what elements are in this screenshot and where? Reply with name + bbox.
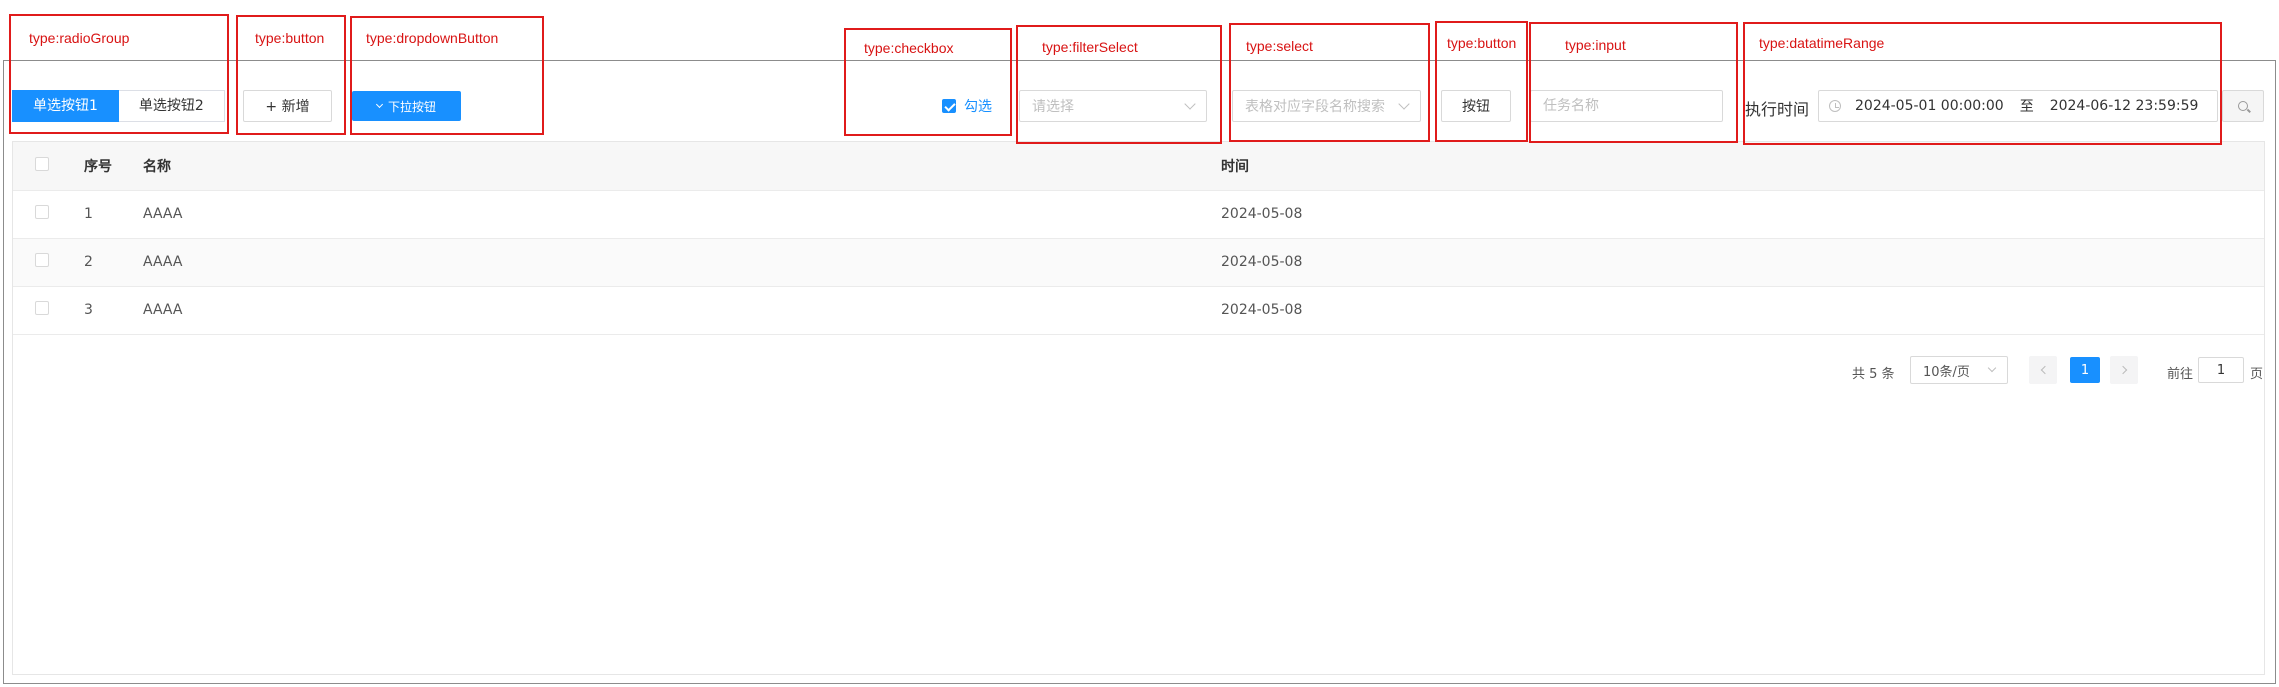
cell-no: 2 xyxy=(84,238,143,287)
column-header-no: 序号 xyxy=(84,142,143,191)
table-row[interactable]: 3 AAAA 2024-05-08 xyxy=(13,286,2264,335)
goto-page-input[interactable] xyxy=(2198,357,2244,383)
data-table: 序号 名称 时间 1 AAAA 2024-05-08 2 AAAA 2024-0… xyxy=(13,142,2264,335)
annotation-label-select: type:select xyxy=(1246,38,1313,54)
table-header-row: 序号 名称 时间 xyxy=(13,142,2264,191)
column-header-name: 名称 xyxy=(143,142,1221,191)
table-row[interactable]: 2 AAAA 2024-05-08 xyxy=(13,238,2264,287)
row-checkbox[interactable] xyxy=(35,253,49,267)
goto-prefix: 前往 xyxy=(2167,367,2194,382)
chevron-right-icon xyxy=(2118,365,2127,375)
row-checkbox[interactable] xyxy=(35,301,49,315)
table-row[interactable]: 1 AAAA 2024-05-08 xyxy=(13,190,2264,239)
cell-name: AAAA xyxy=(143,238,1221,287)
row-checkbox-cell xyxy=(13,286,84,335)
page-size-value: 10条/页 xyxy=(1923,364,1970,380)
cell-no: 1 xyxy=(84,190,143,239)
annotation-label-checkbox: type:checkbox xyxy=(864,40,954,56)
cell-name: AAAA xyxy=(143,190,1221,239)
row-checkbox-cell xyxy=(13,238,84,287)
pagination-total: 共 5 条 xyxy=(1852,367,1895,382)
goto-suffix: 页 xyxy=(2250,367,2264,382)
cell-time: 2024-05-08 xyxy=(1221,190,2264,239)
cell-time: 2024-05-08 xyxy=(1221,286,2264,335)
annotation-label-radio-group: type:radioGroup xyxy=(29,30,130,46)
annotation-label-input: type:input xyxy=(1565,37,1626,53)
cell-no: 3 xyxy=(84,286,143,335)
annotation-label-dropdown-button: type:dropdownButton xyxy=(366,30,499,46)
row-checkbox[interactable] xyxy=(35,205,49,219)
page-size-select[interactable]: 10条/页 xyxy=(1910,356,2008,384)
annotation-label-button: type:button xyxy=(255,30,325,46)
annotation-label-datetime-range: type:datatimeRange xyxy=(1759,35,1885,51)
search-button[interactable] xyxy=(2222,90,2264,122)
chevron-down-icon xyxy=(1987,363,1997,373)
annotation-label-button-2: type:button xyxy=(1447,35,1517,51)
chevron-left-icon xyxy=(2040,365,2049,375)
row-checkbox-cell xyxy=(13,190,84,239)
cell-time: 2024-05-08 xyxy=(1221,238,2264,287)
header-checkbox-cell xyxy=(13,142,84,191)
annotation-box-input xyxy=(1529,22,1738,143)
select-all-checkbox[interactable] xyxy=(35,156,49,171)
column-header-time: 时间 xyxy=(1221,142,2264,191)
prev-page-button[interactable] xyxy=(2029,356,2057,384)
annotation-label-filter-select: type:filterSelect xyxy=(1042,39,1138,55)
search-icon xyxy=(2238,101,2248,111)
page-number-current[interactable]: 1 xyxy=(2070,357,2100,383)
next-page-button[interactable] xyxy=(2110,356,2138,384)
cell-name: AAAA xyxy=(143,286,1221,335)
